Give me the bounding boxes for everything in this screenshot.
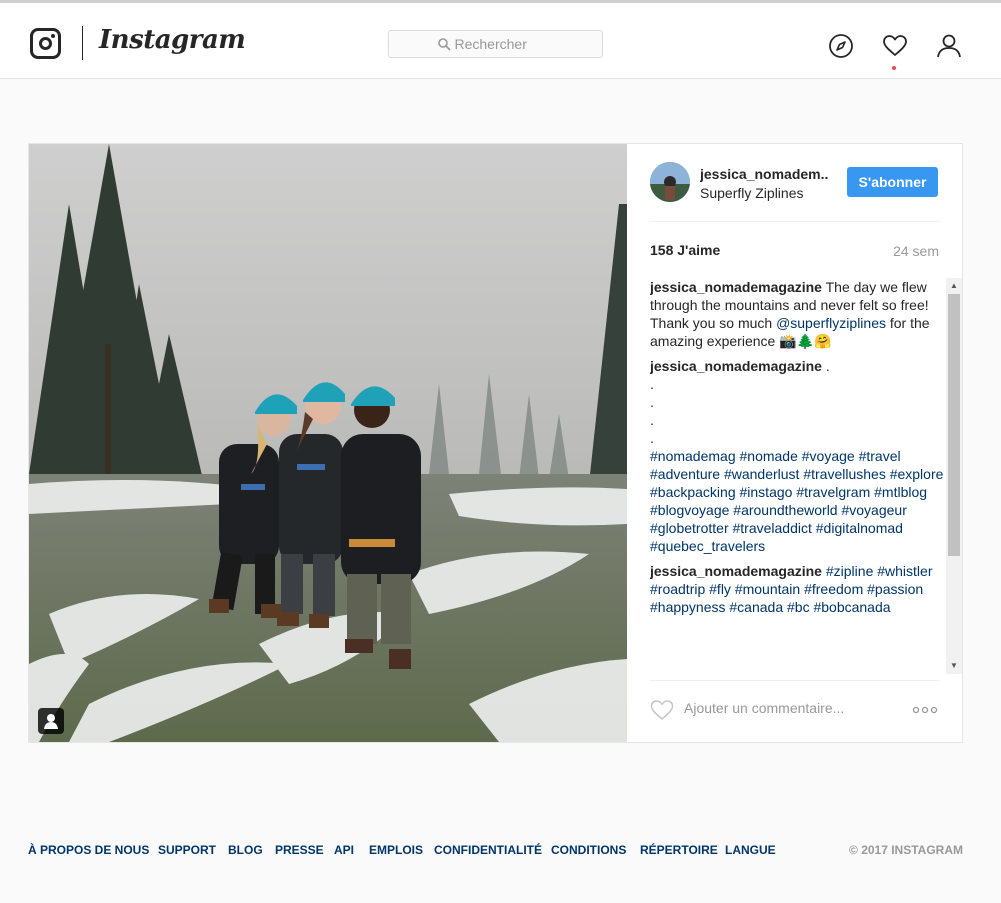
footer-link-jobs[interactable]: EMPLOIS (369, 843, 423, 857)
mention-link[interactable]: @superflyziplines (776, 315, 886, 331)
footer-link-api[interactable]: API (334, 843, 354, 857)
comment-dot: . (650, 412, 654, 428)
footer-link-about[interactable]: À PROPOS DE NOUS (28, 843, 149, 857)
likes-count[interactable]: 158 J'aime (650, 242, 720, 258)
zipline-group-photo (29, 144, 627, 742)
scroll-down-arrow-icon[interactable]: ▼ (946, 658, 962, 674)
profile-icon[interactable] (936, 33, 962, 59)
comment-dot: . (650, 430, 654, 446)
like-heart-icon[interactable] (650, 699, 674, 721)
footer-link-privacy[interactable]: CONFIDENTIALITÉ (434, 843, 542, 857)
footer-link-terms[interactable]: CONDITIONS (551, 843, 626, 857)
footer-link-directory[interactable]: RÉPERTOIRE (640, 843, 718, 857)
scrollbar-thumb[interactable] (948, 294, 960, 556)
footer: À PROPOS DE NOUS SUPPORT BLOG PRESSE API… (28, 843, 963, 859)
post-photo[interactable] (29, 144, 627, 742)
logo-divider (82, 26, 83, 60)
comment-author[interactable]: jessica_nomademagazine (650, 563, 822, 579)
post-sidebar: jessica_nomadem.. Superfly Ziplines S'ab… (628, 144, 963, 742)
follow-button[interactable]: S'abonner (847, 167, 938, 197)
instagram-wordmark[interactable]: Instagram (99, 25, 246, 55)
post-location[interactable]: Superfly Ziplines (700, 185, 804, 201)
search-box[interactable] (388, 30, 603, 58)
copyright: © 2017 INSTAGRAM (849, 843, 963, 857)
footer-link-language[interactable]: LANGUE (725, 843, 776, 857)
avatar-image (650, 162, 690, 202)
comment-input[interactable] (684, 700, 884, 716)
add-comment-section (650, 680, 940, 740)
footer-link-blog[interactable]: BLOG (228, 843, 263, 857)
comment-dot: . (650, 394, 654, 410)
top-navigation: Instagram (0, 3, 1001, 79)
post-header: jessica_nomadem.. Superfly Ziplines S'ab… (650, 162, 940, 222)
comment-author[interactable]: jessica_nomademagazine (650, 279, 822, 295)
footer-link-press[interactable]: PRESSE (275, 843, 324, 857)
comment-item: jessica_nomademagazine #zipline #whistle… (650, 562, 946, 616)
instagram-logo-icon[interactable] (30, 28, 61, 59)
post-card: jessica_nomadem.. Superfly Ziplines S'ab… (28, 143, 963, 743)
comment-item: jessica_nomademagazine The day we flew t… (650, 278, 946, 350)
compass-icon[interactable] (828, 33, 854, 59)
comment-dot: . (650, 376, 654, 392)
comment-list: jessica_nomademagazine The day we flew t… (650, 278, 946, 674)
comment-author[interactable]: jessica_nomademagazine (650, 358, 822, 374)
post-username[interactable]: jessica_nomadem.. (700, 166, 828, 182)
comments-scrollbar[interactable]: ▲ ▼ (946, 278, 962, 674)
avatar[interactable] (650, 162, 690, 202)
notification-dot (892, 66, 896, 70)
hashtag-list[interactable]: #nomademag #nomade #voyage #travel #adve… (650, 447, 946, 555)
more-options-icon[interactable] (912, 703, 938, 717)
footer-link-support[interactable]: SUPPORT (158, 843, 216, 857)
comment-item: jessica_nomademagazine . . . . . #nomade… (650, 357, 946, 555)
search-input[interactable] (454, 36, 555, 52)
heart-icon[interactable] (882, 33, 908, 59)
search-icon (437, 38, 450, 51)
user-tag-icon[interactable] (38, 708, 64, 734)
scroll-up-arrow-icon[interactable]: ▲ (946, 278, 962, 294)
post-time[interactable]: 24 sem (893, 243, 939, 259)
